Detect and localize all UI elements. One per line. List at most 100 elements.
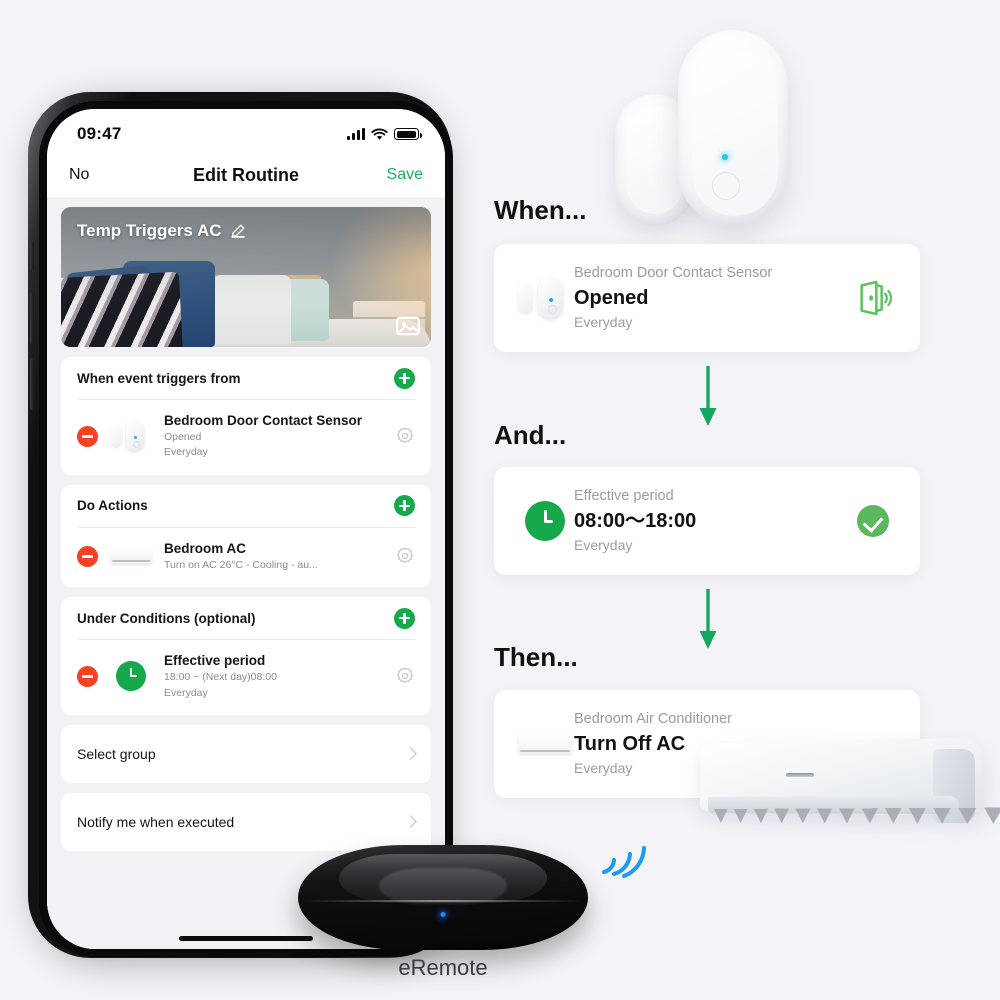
air-conditioner-icon xyxy=(516,734,574,754)
volume-down-button[interactable] xyxy=(30,358,34,410)
eremote-led-icon xyxy=(440,912,446,918)
flow-card-and[interactable]: Effective period 08:00〜18:00 Everyday xyxy=(494,467,920,575)
section-header: When event triggers from xyxy=(77,357,415,399)
flow-device-name: Bedroom Door Contact Sensor xyxy=(574,265,773,282)
eremote-inner-highlight xyxy=(379,868,507,904)
flow-schedule: Everyday xyxy=(574,536,633,553)
action-title: Bedroom AC xyxy=(164,540,247,556)
save-button[interactable]: Save xyxy=(387,166,423,184)
eremote-seam xyxy=(303,899,583,902)
section-title: Do Actions xyxy=(77,498,148,514)
flow-card-text: Effective period 08:00〜18:00 Everyday xyxy=(574,486,848,556)
flow-device-name: Bedroom Air Conditioner xyxy=(574,711,732,728)
contact-sensor-photo xyxy=(600,12,800,232)
flow-label-then: Then... xyxy=(494,642,578,672)
photo-icon[interactable] xyxy=(395,313,421,339)
eremote-label: eRemote xyxy=(398,955,488,980)
chevron-right-icon xyxy=(404,815,417,829)
routine-name: Temp Triggers AC xyxy=(77,221,246,241)
sensor-led-icon xyxy=(722,154,728,160)
page-title: Edit Routine xyxy=(193,164,299,185)
sensor-button[interactable] xyxy=(712,172,740,200)
select-group-label: Select group xyxy=(77,745,156,762)
action-row[interactable]: Bedroom AC Turn on AC 26°C - Cooling - a… xyxy=(77,528,415,587)
eremote-photo xyxy=(298,845,588,950)
flow-state: 08:00〜18:00 xyxy=(574,509,697,532)
trigger-sub1: Opened xyxy=(164,431,202,444)
remove-condition-button[interactable] xyxy=(77,665,98,687)
flow-device-name: Effective period xyxy=(574,488,674,505)
notify-label: Notify me when executed xyxy=(77,813,235,830)
condition-text: Effective period 18:00 ~ (Next day)08:00… xyxy=(164,652,385,701)
signal-bars-icon xyxy=(347,128,365,140)
flow-schedule: Everyday xyxy=(574,313,633,330)
ac-fins xyxy=(714,807,1000,826)
section-header: Do Actions xyxy=(77,485,415,527)
contact-sensor-icon xyxy=(108,421,154,452)
section-header: Under Conditions (optional) xyxy=(77,597,415,639)
flow-label-when: When... xyxy=(494,195,587,225)
add-condition-button[interactable] xyxy=(394,607,415,629)
trigger-text: Bedroom Door Contact Sensor Opened Every… xyxy=(164,412,385,461)
clock-icon xyxy=(516,501,574,541)
section-title: Under Conditions (optional) xyxy=(77,610,256,626)
flow-card-text: Bedroom Door Contact Sensor Opened Every… xyxy=(574,263,848,333)
gear-icon[interactable] xyxy=(395,426,415,446)
nav-back-button[interactable]: No xyxy=(69,166,89,184)
gear-icon[interactable] xyxy=(395,666,415,686)
screenshot-root: 09:47 No Edit Routine Save Temp Triggers… xyxy=(0,0,1000,1000)
gear-icon[interactable] xyxy=(395,546,415,566)
remove-action-button[interactable] xyxy=(77,545,98,567)
trigger-sub2: Everyday xyxy=(164,446,208,459)
check-circle-icon xyxy=(857,505,889,537)
contact-sensor-icon xyxy=(516,277,574,319)
wifi-signal-icon xyxy=(602,846,646,878)
arrow-down-icon xyxy=(699,366,717,426)
pencil-icon[interactable] xyxy=(230,223,246,239)
condition-sub2: Everyday xyxy=(164,686,208,699)
section-card-conditions: Under Conditions (optional) Effective pe… xyxy=(61,597,431,715)
air-conditioner-icon xyxy=(108,548,154,565)
app-content: Temp Triggers AC When event triggers fro… xyxy=(47,197,445,949)
trigger-title: Bedroom Door Contact Sensor xyxy=(164,413,363,428)
action-text: Bedroom AC Turn on AC 26°C - Cooling - a… xyxy=(164,540,385,573)
section-card-triggers: When event triggers from Bedroom Door Co… xyxy=(61,357,431,475)
condition-sub1: 18:00 ~ (Next day)08:00 xyxy=(164,671,277,684)
status-time: 09:47 xyxy=(77,124,122,143)
add-action-button[interactable] xyxy=(394,495,415,517)
battery-icon xyxy=(394,128,422,140)
notify-card[interactable]: Notify me when executed xyxy=(61,792,431,851)
status-bar: 09:47 xyxy=(47,109,445,153)
wifi-icon xyxy=(371,128,388,140)
action-sub1: Turn on AC 26°C - Cooling - au... xyxy=(164,558,318,571)
ac-display-slot xyxy=(786,773,814,777)
silent-switch[interactable] xyxy=(30,242,34,270)
flow-state: Opened xyxy=(574,286,649,309)
condition-title: Effective period xyxy=(164,653,266,669)
phone-mockup: 09:47 No Edit Routine Save Temp Triggers… xyxy=(22,88,454,968)
status-icons xyxy=(347,122,422,141)
clock-icon xyxy=(108,661,154,692)
routine-name-text: Temp Triggers AC xyxy=(77,221,222,240)
flow-status xyxy=(848,505,898,537)
home-indicator[interactable] xyxy=(179,936,313,941)
flow-card-when[interactable]: Bedroom Door Contact Sensor Opened Every… xyxy=(494,244,920,352)
flow-status xyxy=(848,278,898,318)
section-title: When event triggers from xyxy=(77,370,241,386)
condition-row[interactable]: Effective period 18:00 ~ (Next day)08:00… xyxy=(77,640,415,715)
arrow-down-icon xyxy=(699,589,717,649)
open-door-icon xyxy=(860,280,893,316)
flow-label-and: And... xyxy=(494,420,567,450)
remove-trigger-button[interactable] xyxy=(77,425,98,447)
notify-row[interactable]: Notify me when executed xyxy=(77,793,417,851)
select-group-row[interactable]: Select group xyxy=(77,725,417,783)
select-group-card[interactable]: Select group xyxy=(61,724,431,783)
volume-up-button[interactable] xyxy=(30,292,34,344)
routine-cover-image[interactable]: Temp Triggers AC xyxy=(61,207,431,347)
app-nav-bar: No Edit Routine Save xyxy=(47,153,445,197)
section-card-actions: Do Actions Bedroom AC Turn on AC 26°C - … xyxy=(61,484,431,588)
air-conditioner-photo xyxy=(699,735,1000,845)
trigger-row[interactable]: Bedroom Door Contact Sensor Opened Every… xyxy=(77,400,415,475)
phone-frame: 09:47 No Edit Routine Save Temp Triggers… xyxy=(28,92,453,958)
add-trigger-button[interactable] xyxy=(394,367,415,389)
